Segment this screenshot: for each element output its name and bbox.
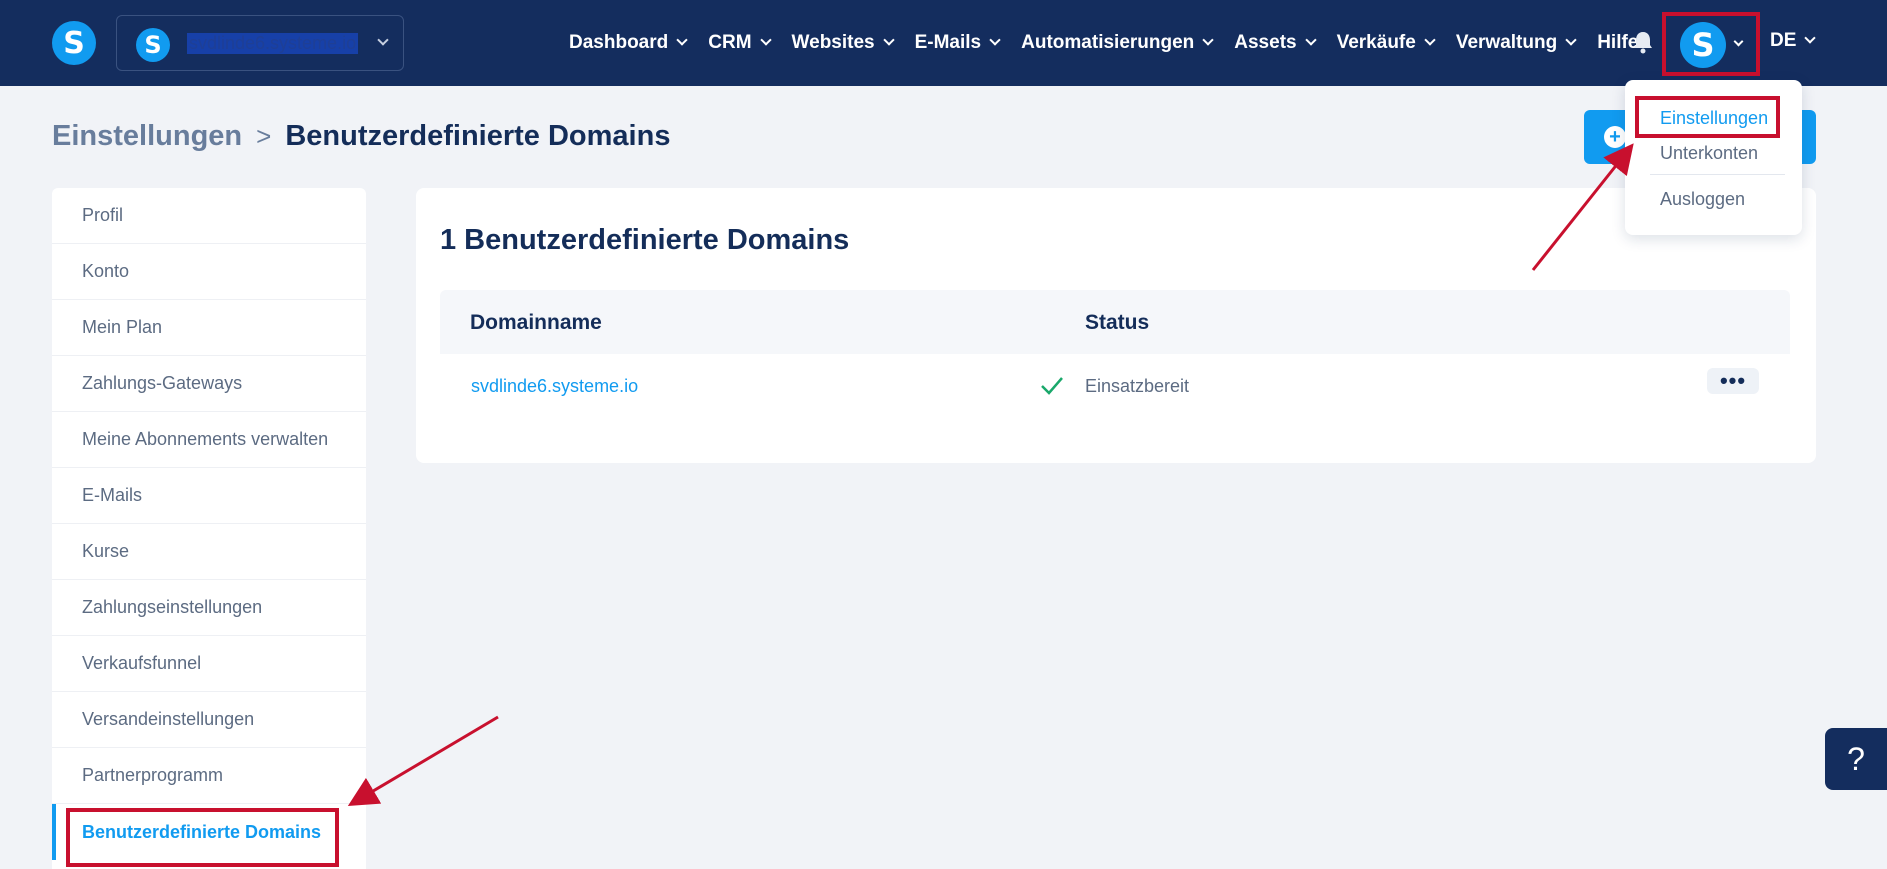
sidebar-item-label: Versandeinstellungen <box>82 709 255 729</box>
bell-icon[interactable] <box>1632 30 1654 54</box>
more-actions-button[interactable]: ••• <box>1707 368 1759 394</box>
dropdown-item-ausloggen[interactable]: Ausloggen <box>1660 189 1745 210</box>
sidebar-item-label: Mein Plan <box>82 317 163 337</box>
help-button[interactable]: ? <box>1825 728 1887 790</box>
nav-automatisierungen[interactable]: Automatisierungen <box>1021 32 1214 54</box>
domain-link[interactable]: svdlinde6.systeme.io <box>471 376 638 397</box>
nav-verwaltung[interactable]: Verwaltung <box>1456 32 1577 54</box>
column-header-status: Status <box>1085 311 1150 334</box>
table-row: svdlinde6.systeme.io Einsatzbereit ••• <box>440 354 1790 420</box>
chevron-down-icon <box>1804 32 1817 44</box>
dropdown-divider <box>1650 174 1785 175</box>
breadcrumb: Einstellungen > Benutzerdefinierte Domai… <box>52 120 670 153</box>
sidebar-item-label: Zahlungs-Gateways <box>82 373 243 393</box>
chevron-down-icon <box>1424 34 1436 46</box>
settings-sidebar: Profil Konto Mein Plan Zahlungs-Gateways… <box>52 188 366 869</box>
chevron-down-icon <box>377 34 389 46</box>
sidebar-item-emails[interactable]: E-Mails <box>52 468 366 524</box>
main-menu: Dashboard CRM Websites E-Mails Automatis… <box>569 0 1660 86</box>
chevron-down-icon <box>676 34 688 46</box>
annotation-arrow-sidebar <box>347 715 499 807</box>
nav-crm[interactable]: CRM <box>708 32 772 54</box>
check-icon <box>1041 377 1063 395</box>
page-title: Benutzerdefinierte Domains <box>285 120 671 152</box>
sidebar-item-mein-plan[interactable]: Mein Plan <box>52 300 366 356</box>
nav-verkaeufe[interactable]: Verkäufe <box>1337 32 1436 54</box>
sidebar-item-verkaufsfunnel[interactable]: Verkaufsfunnel <box>52 636 366 692</box>
question-icon: ? <box>1847 740 1865 777</box>
sidebar-item-label: Verkaufsfunnel <box>82 653 202 673</box>
sidebar-item-label: Zahlungseinstellungen <box>82 597 263 617</box>
account-logo-icon: S <box>136 28 170 62</box>
breadcrumb-separator: > <box>256 121 272 151</box>
table-header: Domainname Status <box>440 290 1790 354</box>
language-selector[interactable]: DE <box>1770 30 1817 52</box>
dropdown-item-unterkonten[interactable]: Unterkonten <box>1660 143 1758 164</box>
sidebar-item-label: Partnerprogramm <box>82 765 224 785</box>
avatar: S <box>1680 22 1726 68</box>
sidebar-item-konto[interactable]: Konto <box>52 244 366 300</box>
chevron-down-icon <box>759 34 772 46</box>
more-icon: ••• <box>1719 368 1747 393</box>
chevron-down-icon <box>882 34 895 46</box>
chevron-down-icon <box>1565 34 1577 46</box>
chevron-down-icon <box>1733 36 1744 47</box>
annotation-highlight-sidebar <box>66 808 339 867</box>
sidebar-item-label: Konto <box>82 261 130 281</box>
sidebar-item-profil[interactable]: Profil <box>52 188 366 244</box>
nav-emails[interactable]: E-Mails <box>915 32 1001 54</box>
sidebar-item-zahlungs-gateways[interactable]: Zahlungs-Gateways <box>52 356 366 412</box>
breadcrumb-root[interactable]: Einstellungen <box>52 120 242 153</box>
avatar-menu-button[interactable]: S <box>1662 12 1760 76</box>
systeme-logo-icon[interactable]: S <box>52 21 96 65</box>
annotation-highlight-einstellungen <box>1635 96 1780 138</box>
sidebar-item-partnerprogramm[interactable]: Partnerprogramm <box>52 748 366 804</box>
account-switcher[interactable]: S svdlinde6.systeme.io <box>116 15 404 71</box>
nav-dashboard[interactable]: Dashboard <box>569 32 688 54</box>
column-header-domainname: Domainname <box>470 311 602 334</box>
sidebar-item-label: E-Mails <box>82 485 143 505</box>
card-title: 1 Benutzerdefinierte Domains <box>440 224 850 256</box>
sidebar-item-label: Profil <box>82 205 124 225</box>
chevron-down-icon <box>1202 34 1214 46</box>
status-text: Einsatzbereit <box>1085 376 1190 396</box>
sidebar-item-abonnements[interactable]: Meine Abonnements verwalten <box>52 412 366 468</box>
chevron-down-icon <box>1304 34 1317 46</box>
top-navbar: S S svdlinde6.systeme.io Dashboard CRM W… <box>0 0 1887 86</box>
chevron-down-icon <box>989 34 1001 46</box>
nav-websites[interactable]: Websites <box>792 32 895 54</box>
sidebar-item-label: Kurse <box>82 541 130 561</box>
nav-assets[interactable]: Assets <box>1234 32 1317 54</box>
domains-card: 1 Benutzerdefinierte Domains Domainname … <box>416 188 1816 463</box>
sidebar-item-zahlungseinstellungen[interactable]: Zahlungseinstellungen <box>52 580 366 636</box>
sidebar-item-label: Meine Abonnements verwalten <box>82 429 329 449</box>
account-name: svdlinde6.systeme.io <box>187 33 359 54</box>
plus-circle-icon: + <box>1604 126 1626 148</box>
sidebar-item-versandeinstellungen[interactable]: Versandeinstellungen <box>52 692 366 748</box>
sidebar-item-kurse[interactable]: Kurse <box>52 524 366 580</box>
